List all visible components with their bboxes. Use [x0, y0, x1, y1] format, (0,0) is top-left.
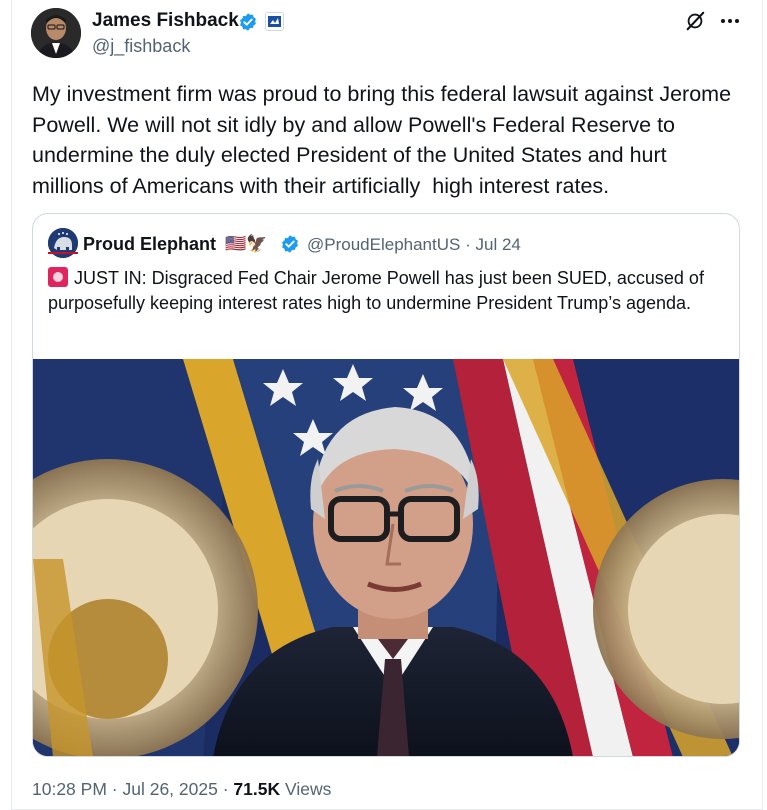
affiliate-badge-icon[interactable]	[265, 12, 284, 31]
quoted-tweet[interactable]: Proud Elephant 🇺🇸🦅 @ProudElephantUS · Ju…	[32, 213, 740, 757]
quoted-handle[interactable]: @ProudElephantUS	[307, 235, 460, 254]
quoted-author-name[interactable]: Proud Elephant	[83, 234, 216, 255]
views-count: 71.5K	[233, 779, 281, 799]
views-label: Views	[285, 779, 332, 799]
quoted-author-emoji: 🇺🇸🦅	[225, 234, 268, 253]
siren-icon	[48, 267, 68, 287]
grok-icon[interactable]	[684, 10, 706, 32]
quoted-date[interactable]: Jul 24	[476, 235, 521, 254]
tweet-date[interactable]: Jul 26, 2025	[122, 779, 217, 799]
avatar[interactable]	[31, 8, 81, 58]
quoted-image[interactable]	[33, 359, 739, 756]
quoted-text-body: JUST IN: Disgraced Fed Chair Jerome Powe…	[48, 268, 704, 313]
meta-separator: ·	[465, 235, 471, 254]
quoted-meta: @ProudElephantUS · Jul 24	[307, 235, 521, 255]
quoted-avatar[interactable]	[48, 228, 78, 258]
author-name[interactable]: James Fishback	[92, 10, 239, 32]
tweet-text: My investment firm was proud to bring th…	[32, 82, 738, 198]
more-icon[interactable]	[718, 10, 742, 32]
verified-badge-icon[interactable]	[238, 12, 258, 32]
quoted-verified-badge-icon	[280, 234, 300, 254]
press-conference-photo	[33, 359, 739, 756]
tweet-footer: 10:28 PM · Jul 26, 2025 · 71.5K Views	[32, 779, 332, 799]
tweet-time[interactable]: 10:28 PM	[32, 779, 107, 799]
quoted-text: JUST IN: Disgraced Fed Chair Jerome Powe…	[48, 266, 728, 315]
author-handle[interactable]: @j_fishback	[92, 36, 190, 57]
